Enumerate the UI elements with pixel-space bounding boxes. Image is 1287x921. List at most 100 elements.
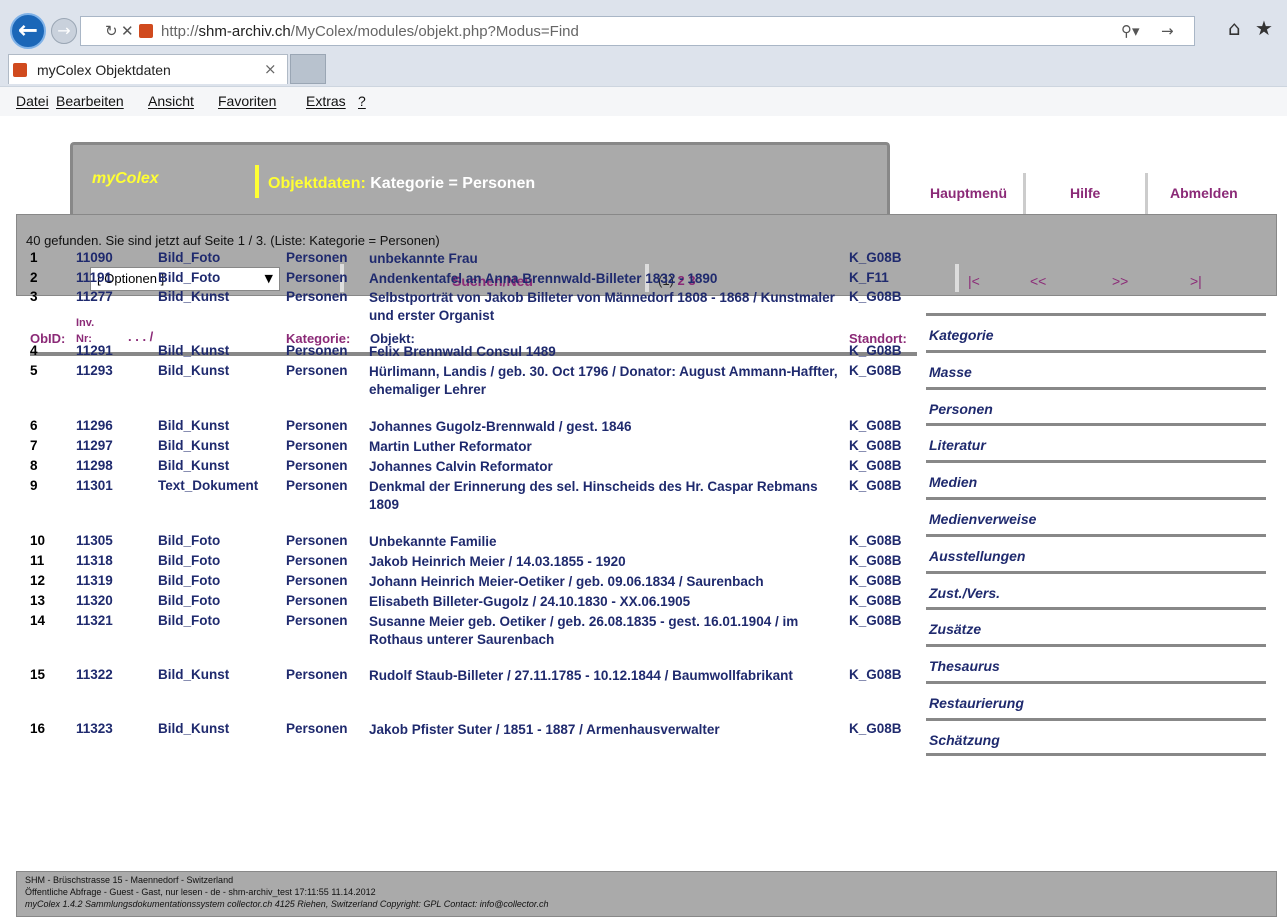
row-kategorie[interactable]: Personen xyxy=(286,553,348,568)
row-objekt[interactable]: Denkmal der Erinnerung des sel. Hinschei… xyxy=(369,478,849,514)
row-kategorie[interactable]: Personen xyxy=(286,593,348,608)
row-inv-nr[interactable]: 11323 xyxy=(76,721,113,736)
row-kategorie[interactable]: Personen xyxy=(286,270,348,285)
row-kategorie[interactable]: Personen xyxy=(286,613,348,628)
row-objekt[interactable]: Johannes Calvin Reformator xyxy=(369,458,849,476)
row-objekt[interactable]: Johannes Gugolz-Brennwald / gest. 1846 xyxy=(369,418,849,436)
home-icon[interactable]: ⌂ xyxy=(1228,16,1241,40)
last-page-button[interactable]: >| xyxy=(1190,273,1202,289)
row-objekt[interactable]: Jakob Pfister Suter / 1851 - 1887 / Arme… xyxy=(369,721,849,739)
row-type[interactable]: Bild_Kunst xyxy=(158,363,229,378)
row-kategorie[interactable]: Personen xyxy=(286,573,348,588)
row-kategorie[interactable]: Personen xyxy=(286,533,348,548)
menu-bearbeiten[interactable]: Bearbeiten xyxy=(56,93,124,109)
menu-favoriten[interactable]: Favoriten xyxy=(218,93,276,109)
col-header-inv1[interactable]: Inv. xyxy=(76,317,94,329)
menu-datei[interactable]: Datei xyxy=(16,93,49,109)
row-standort[interactable]: K_G08B xyxy=(849,343,902,358)
row-inv-nr[interactable]: 11298 xyxy=(76,458,113,473)
row-standort[interactable]: K_G08B xyxy=(849,250,902,265)
prev-page-button[interactable]: << xyxy=(1030,273,1046,289)
row-type[interactable]: Bild_Foto xyxy=(158,613,220,628)
forward-button[interactable]: → xyxy=(51,18,77,44)
row-inv-nr[interactable]: 11090 xyxy=(76,250,113,265)
row-standort[interactable]: K_G08B xyxy=(849,438,902,453)
row-inv-nr[interactable]: 11291 xyxy=(76,343,113,358)
row-type[interactable]: Bild_Foto xyxy=(158,250,220,265)
menu-extras[interactable]: Extras xyxy=(306,93,346,109)
row-type[interactable]: Bild_Foto xyxy=(158,553,220,568)
row-type[interactable]: Bild_Kunst xyxy=(158,721,229,736)
row-objekt[interactable]: unbekannte Frau xyxy=(369,250,849,268)
row-type[interactable]: Bild_Kunst xyxy=(158,418,229,433)
col-header-dots[interactable]: . . . / xyxy=(128,329,153,344)
row-objekt[interactable]: Unbekannte Familie xyxy=(369,533,849,551)
row-kategorie[interactable]: Personen xyxy=(286,438,348,453)
row-objekt[interactable]: Jakob Heinrich Meier / 14.03.1855 - 1920 xyxy=(369,553,849,571)
row-inv-nr[interactable]: 11277 xyxy=(76,289,113,304)
stop-icon[interactable]: ✕ xyxy=(121,22,134,40)
row-objekt[interactable]: Elisabeth Billeter-Gugolz / 24.10.1830 -… xyxy=(369,593,849,611)
row-objekt[interactable]: Hürlimann, Landis / geb. 30. Oct 1796 / … xyxy=(369,363,849,399)
row-standort[interactable]: K_G08B xyxy=(849,363,902,378)
sidebar-item-schätzung[interactable]: Schätzung xyxy=(926,717,1266,755)
row-type[interactable]: Bild_Kunst xyxy=(158,438,229,453)
url-text[interactable]: http://shm-archiv.ch/MyColex/modules/obj… xyxy=(161,23,579,40)
sidebar-item-zust-vers-[interactable]: Zust./Vers. xyxy=(926,570,1266,608)
sidebar-item-ausstellungen[interactable]: Ausstellungen xyxy=(926,533,1266,571)
brand-logo[interactable]: myColex xyxy=(92,170,159,188)
sidebar-item-zusätze[interactable]: Zusätze xyxy=(926,607,1266,644)
new-tab-button[interactable] xyxy=(290,54,326,84)
sidebar-item-medien[interactable]: Medien xyxy=(926,460,1266,497)
favorites-star-icon[interactable]: ★ xyxy=(1255,16,1273,40)
row-inv-nr[interactable]: 11297 xyxy=(76,438,113,453)
row-kategorie[interactable]: Personen xyxy=(286,289,348,304)
row-type[interactable]: Bild_Foto xyxy=(158,270,220,285)
row-objekt[interactable]: Felix Brennwald Consul 1489 xyxy=(369,343,849,361)
search-icon[interactable]: ⚲▾ xyxy=(1121,22,1140,40)
row-standort[interactable]: K_G08B xyxy=(849,289,902,304)
row-type[interactable]: Bild_Kunst xyxy=(158,458,229,473)
next-page-button[interactable]: >> xyxy=(1112,273,1128,289)
address-bar[interactable]: ↻ ✕ http://shm-archiv.ch/MyColex/modules… xyxy=(80,16,1195,46)
go-arrow-icon[interactable]: → xyxy=(1161,22,1174,40)
row-objekt[interactable]: Martin Luther Reformator xyxy=(369,438,849,456)
row-type[interactable]: Text_Dokument xyxy=(158,478,258,493)
row-standort[interactable]: K_G08B xyxy=(849,478,902,493)
row-objekt[interactable]: Selbstporträt von Jakob Billeter von Män… xyxy=(369,289,849,325)
row-inv-nr[interactable]: 11296 xyxy=(76,418,113,433)
row-objekt[interactable]: Rudolf Staub-Billeter / 27.11.1785 - 10.… xyxy=(369,667,849,685)
row-type[interactable]: Bild_Foto xyxy=(158,593,220,608)
row-type[interactable]: Bild_Kunst xyxy=(158,343,229,358)
sidebar-item-thesaurus[interactable]: Thesaurus xyxy=(926,644,1266,681)
refresh-icon[interactable]: ↻ xyxy=(105,22,118,40)
browser-tab[interactable]: myColex Objektdaten × xyxy=(8,54,288,84)
row-kategorie[interactable]: Personen xyxy=(286,343,348,358)
row-standort[interactable]: K_G08B xyxy=(849,418,902,433)
row-inv-nr[interactable]: 11301 xyxy=(76,478,113,493)
row-type[interactable]: Bild_Foto xyxy=(158,573,220,588)
row-standort[interactable]: K_G08B xyxy=(849,458,902,473)
sidebar-item-medienverweise[interactable]: Medienverweise xyxy=(926,497,1266,534)
row-inv-nr[interactable]: 11321 xyxy=(76,613,113,628)
menu-ansicht[interactable]: Ansicht xyxy=(148,93,194,109)
row-inv-nr[interactable]: 11191 xyxy=(76,270,112,285)
row-standort[interactable]: K_G08B xyxy=(849,573,902,588)
main-menu-link[interactable]: Hauptmenü xyxy=(930,185,1007,201)
first-page-button[interactable]: |< xyxy=(968,273,980,289)
row-type[interactable]: Bild_Foto xyxy=(158,533,220,548)
row-inv-nr[interactable]: 11319 xyxy=(76,573,113,588)
row-type[interactable]: Bild_Kunst xyxy=(158,667,229,682)
tab-close-icon[interactable]: × xyxy=(264,60,277,78)
menu-help[interactable]: ? xyxy=(358,93,366,109)
row-inv-nr[interactable]: 11318 xyxy=(76,553,113,568)
row-objekt[interactable]: Johann Heinrich Meier-Oetiker / geb. 09.… xyxy=(369,573,849,591)
row-type[interactable]: Bild_Kunst xyxy=(158,289,229,304)
logout-link[interactable]: Abmelden xyxy=(1170,185,1238,201)
row-standort[interactable]: K_G08B xyxy=(849,721,902,736)
sidebar-item-literatur[interactable]: Literatur xyxy=(926,423,1266,460)
row-standort[interactable]: K_G08B xyxy=(849,553,902,568)
back-button[interactable]: ← xyxy=(10,13,46,49)
sidebar-item-masse[interactable]: Masse xyxy=(926,349,1266,387)
row-kategorie[interactable]: Personen xyxy=(286,478,348,493)
